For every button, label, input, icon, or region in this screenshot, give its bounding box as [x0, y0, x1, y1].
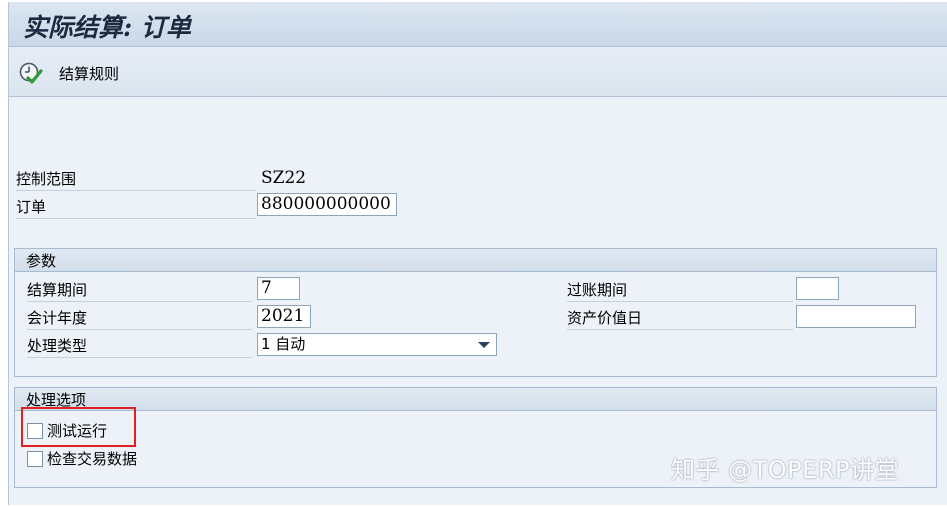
test-run-checkbox[interactable]: [27, 423, 43, 439]
divider: [567, 301, 793, 302]
fiscal-year-label: 会计年度: [27, 309, 88, 327]
settlement-period-label: 结算期间: [27, 281, 88, 299]
order-label: 订单: [16, 198, 47, 216]
application-toolbar: 结算规则: [9, 47, 947, 97]
divider: [27, 329, 252, 330]
watermark: 知乎 @TOPERP讲堂: [671, 456, 899, 484]
asset-value-date-input[interactable]: [796, 305, 916, 328]
processing-options-group-title: 处理选项: [26, 391, 87, 409]
parameters-group-title: 参数: [26, 252, 57, 270]
parameters-group: 参数 结算期间 7 过账期间 会计年度 2021 资产价值日 处理类型 1 自动: [14, 248, 937, 377]
divider: [16, 218, 256, 219]
asset-value-date-label: 资产价值日: [567, 309, 643, 327]
controlling-area-value: SZ22: [261, 168, 307, 188]
posting-period-label: 过账期间: [567, 281, 628, 299]
posting-period-input[interactable]: [796, 277, 839, 300]
settlement-rule-button[interactable]: 结算规则: [59, 63, 119, 84]
divider: [16, 190, 256, 191]
processing-type-label: 处理类型: [27, 337, 88, 355]
execute-clock-check-icon[interactable]: [19, 62, 43, 84]
processing-type-select[interactable]: 1 自动: [257, 333, 497, 356]
processing-type-value: 1 自动: [261, 335, 306, 353]
page-title: 实际结算: 订单: [23, 13, 191, 42]
parameters-group-header: 参数: [15, 249, 936, 272]
check-trans-data-label: 检查交易数据: [47, 450, 138, 468]
sap-window: 实际结算: 订单 结算规则 控制范围 SZ22 订单 880000000000 …: [8, 2, 947, 505]
fiscal-year-input[interactable]: 2021: [257, 305, 311, 328]
dropdown-arrow-icon[interactable]: [478, 342, 490, 348]
divider: [27, 357, 252, 358]
check-trans-data-checkbox[interactable]: [27, 451, 43, 467]
test-run-label: 测试运行: [47, 422, 108, 440]
order-input[interactable]: 880000000000: [257, 193, 397, 216]
divider: [27, 301, 252, 302]
controlling-area-label: 控制范围: [16, 170, 77, 188]
divider: [567, 329, 793, 330]
processing-options-group-header: 处理选项: [15, 388, 936, 411]
settlement-period-input[interactable]: 7: [257, 277, 300, 300]
title-bar: 实际结算: 订单: [9, 2, 947, 47]
